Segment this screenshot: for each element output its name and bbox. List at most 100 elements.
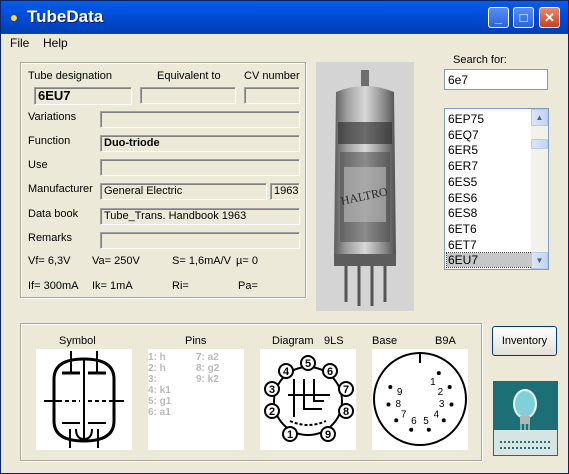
diagram-pin-number: 8 xyxy=(343,406,349,418)
variations-field[interactable] xyxy=(100,111,300,128)
tube-list[interactable]: 6EP75 6EQ7 6ER5 6ER7 6ES5 6ES6 6ES8 6ET6 6ET7 6EU… xyxy=(444,108,549,270)
diagram-pin-number: 3 xyxy=(269,384,275,396)
title-bar[interactable]: ● TubeData _ □ ✕ xyxy=(1,1,568,34)
app-window: ● TubeData _ □ ✕ File Help Tube designat… xyxy=(0,0,569,474)
data-book-label: Data book xyxy=(28,208,79,220)
base-pin-hole xyxy=(449,402,454,407)
base-label: Base xyxy=(372,335,398,347)
window-title: TubeData xyxy=(27,7,104,26)
tube-photo: HALTRO xyxy=(316,62,414,311)
scroll-thumb[interactable] xyxy=(531,139,548,149)
base-pin-hole xyxy=(426,427,431,432)
remarks-field[interactable] xyxy=(100,232,300,249)
variations-label: Variations xyxy=(28,111,77,123)
manufacturer-field[interactable]: General Electric xyxy=(100,183,267,200)
vf-value: Vf= 6,3V xyxy=(28,255,71,267)
base-pin-hole xyxy=(436,371,441,376)
use-label: Use xyxy=(28,159,48,171)
designation-field[interactable]: 6EU7 xyxy=(34,87,132,105)
down-arrow-icon[interactable]: ▼ xyxy=(531,252,548,269)
menu-file[interactable]: File xyxy=(10,36,29,50)
list-item[interactable]: 6ET7 xyxy=(447,238,532,252)
equivalent-label: Equivalent to xyxy=(157,70,221,82)
pin-entry: 5: g1 xyxy=(148,396,172,407)
up-arrow-icon[interactable]: ▲ xyxy=(531,109,548,126)
base-pin-number: 8 xyxy=(396,399,402,410)
diagram-code: 9LS xyxy=(324,335,344,347)
inventory-button[interactable]: Inventory xyxy=(492,326,557,356)
list-item[interactable]: 6EP75 xyxy=(447,112,532,126)
diagram-pin-number: 1 xyxy=(287,429,293,441)
diagram-pin-number: 9 xyxy=(325,429,331,441)
list-item[interactable]: 6ES5 xyxy=(447,175,532,189)
symbol-label: Symbol xyxy=(59,335,96,347)
diagram-pin-number: 2 xyxy=(269,406,275,418)
list-item[interactable]: 6EU7 xyxy=(446,252,533,269)
search-input[interactable]: 6e7 xyxy=(444,69,548,90)
ik-value: Ik= 1mA xyxy=(92,280,133,292)
base-pin-number: 2 xyxy=(438,387,444,398)
list-item[interactable]: 6EQ7 xyxy=(447,128,532,142)
base-pin-number: 5 xyxy=(423,416,429,427)
base-pin-hole xyxy=(441,418,446,423)
s-value: S= 1,6mA/V xyxy=(172,255,232,267)
close-button[interactable]: ✕ xyxy=(539,7,560,28)
lightbulb-icon: ● xyxy=(9,9,19,25)
menu-bar: File Help xyxy=(1,34,568,52)
manufacturer-label: Manufacturer xyxy=(28,183,93,195)
list-item[interactable]: 6ER7 xyxy=(447,159,532,173)
list-scrollbar[interactable]: ▲ ▼ xyxy=(531,109,548,269)
base-pin-hole xyxy=(386,402,391,407)
use-field[interactable] xyxy=(100,159,300,176)
pin-entry: 7: a2 xyxy=(196,352,219,363)
base-pin-hole xyxy=(394,418,399,423)
base-pin-number: 6 xyxy=(411,416,417,427)
base-pin-hole xyxy=(409,427,414,432)
maximize-button[interactable]: □ xyxy=(513,7,534,28)
designation-label: Tube designation xyxy=(28,70,112,82)
list-item[interactable]: 6ES6 xyxy=(447,191,532,205)
equivalent-field[interactable] xyxy=(140,87,236,104)
tube-symbol xyxy=(36,349,132,450)
cv-label: CV number xyxy=(244,70,300,82)
menu-help[interactable]: Help xyxy=(43,36,68,50)
mu-value: µ= 0 xyxy=(236,255,258,267)
base-pin-number: 7 xyxy=(401,410,407,421)
diagram-label: Diagram xyxy=(272,335,314,347)
base-pin-number: 1 xyxy=(430,377,436,388)
base-diagram: 123456789 xyxy=(372,349,468,450)
search-label: Search for: xyxy=(453,54,507,66)
pa-value: Pa= xyxy=(238,280,258,292)
list-item[interactable]: 6ES8 xyxy=(447,206,532,220)
pin-entry: 4: k1 xyxy=(148,385,171,396)
base-pin-number: 3 xyxy=(439,399,445,410)
pin-entry: 2: h xyxy=(148,363,166,374)
list-item[interactable]: 6ET6 xyxy=(447,222,532,236)
ri-value: Ri= xyxy=(172,280,189,292)
pin-diagram: 12 34 5 67 89 xyxy=(260,349,356,450)
diagram-pin-number: 6 xyxy=(327,366,333,378)
base-pin-hole xyxy=(388,385,393,390)
pin-entry: 8: g2 xyxy=(196,363,220,374)
diagram-pin-number: 4 xyxy=(283,366,290,378)
remarks-label: Remarks xyxy=(28,232,73,244)
diagram-pin-number: 7 xyxy=(343,384,349,396)
if-value: If= 300mA xyxy=(28,280,79,292)
base-pin-number: 9 xyxy=(397,387,403,398)
pin-entry: 6: a1 xyxy=(148,407,171,418)
app-logo xyxy=(493,381,558,456)
pins-label: Pins xyxy=(185,335,207,347)
function-field[interactable]: Duo-triode xyxy=(100,135,300,152)
base-code: B9A xyxy=(435,335,456,347)
data-book-field[interactable]: Tube_Trans. Handbook 1963 xyxy=(100,208,300,225)
pin-entry: 9: k2 xyxy=(196,374,219,385)
list-item[interactable]: 6ER5 xyxy=(447,143,532,157)
pin-list: 1: h 2: h 3: 4: k1 5: g1 6: a1 7: a2 8: g2 9: k… xyxy=(148,349,244,450)
cv-number-field[interactable] xyxy=(244,87,300,104)
diagram-pin-number: 5 xyxy=(305,358,311,370)
minimize-button[interactable]: _ xyxy=(488,7,509,28)
va-value: Va= 250V xyxy=(92,255,140,267)
function-label: Function xyxy=(28,135,71,147)
base-pin-hole xyxy=(447,385,452,390)
year-field[interactable]: 1963 xyxy=(270,183,300,200)
